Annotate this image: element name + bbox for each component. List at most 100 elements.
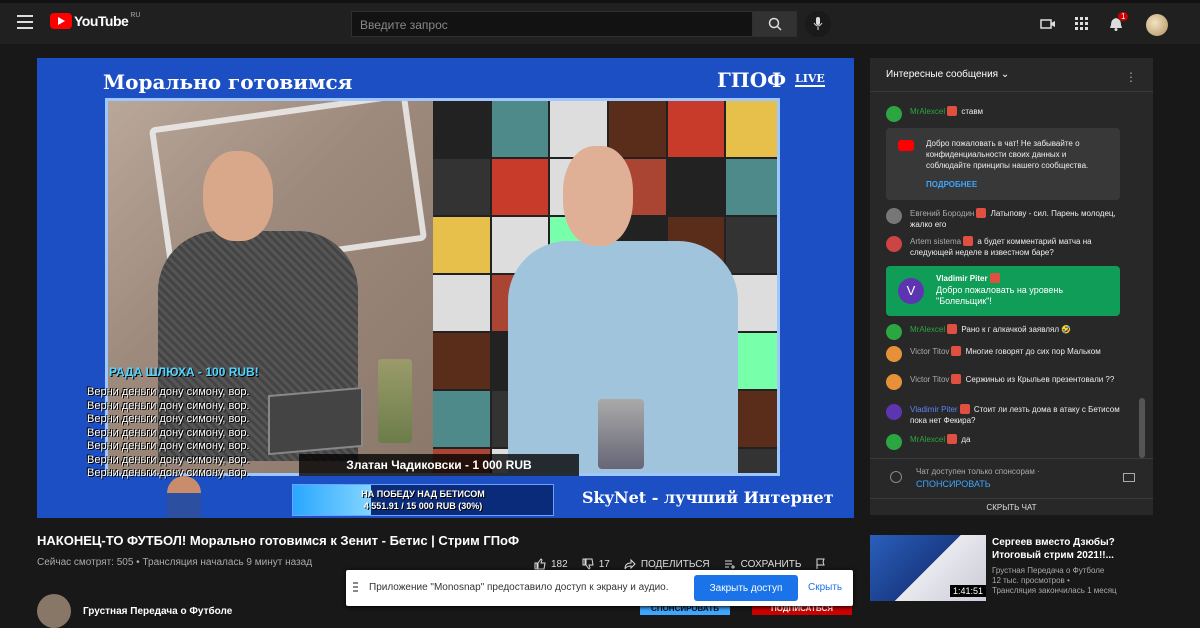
search-button[interactable] [753,11,797,37]
create-video-icon[interactable] [1040,17,1056,31]
drag-handle-icon[interactable] [353,582,358,594]
menu-icon[interactable] [17,15,33,29]
donation-goal-bar: НА ПОБЕДУ НАД БЕТИСОМ 4 551.91 / 15 000 … [292,484,554,516]
chat-author: Victor Titov [910,375,950,384]
donation-message: Верни деньги дону симону, вор. Верни ден… [87,386,250,479]
chat-sponsor-link[interactable]: СПОНСИРОВАТЬ [916,479,991,489]
chat-avatar [886,208,902,224]
chat-author: Victor Titov [910,347,950,356]
chat-avatar [886,106,902,122]
video-player[interactable]: Морально готовимся ГПОФ LIVE РАДА ШЛЮХА … [37,58,854,518]
playlist-add-icon [724,560,735,569]
hide-notice-link[interactable]: Скрыть [808,582,842,593]
save-label: СОХРАНИТЬ [740,558,802,570]
chat-input-area: Чат доступен только спонсорам · СПОНСИРО… [870,458,1153,498]
thermo-cup-left [378,359,412,443]
logo-text: YouTube [74,13,129,29]
currency-icon[interactable] [1123,473,1135,482]
membership-milestone-card: V Vladimir Piter Добро пожаловать на уро… [886,266,1120,316]
share-icon [624,558,636,570]
chat-author: Artem sistema [910,237,962,246]
chat-avatar [886,374,902,390]
stop-sharing-button[interactable]: Закрыть доступ [694,575,798,601]
member-badge-icon [947,106,958,116]
youtube-play-icon [50,13,72,29]
channel-row: Грустная Передача о Футболе [37,594,232,628]
notification-count-badge: 1 [1118,12,1129,21]
member-badge-icon [947,324,958,334]
youtube-logo[interactable]: YouTube RU [50,12,140,29]
like-count: 182 [551,558,568,570]
chat-avatar [886,404,902,420]
video-overlay-brand: ГПОФ [717,68,787,92]
recommended-channel: Грустная Передача о Футболе [992,566,1105,575]
member-badge-icon [976,208,987,218]
chat-scrollbar[interactable] [1139,398,1145,458]
chevron-down-icon: ⌄ [1000,69,1010,80]
member-badge-icon [989,273,1000,283]
video-actions: 182 17 ПОДЕЛИТЬСЯ СОХРАНИТЬ [534,558,827,570]
member-badge-icon [947,434,958,444]
more-vert-icon[interactable]: ⋮ [1125,70,1137,84]
chat-text: Рано к г алкачкой заявлял 🤣 [961,325,1072,334]
donation-line: РАДА ШЛЮХА - 100 RUB! [109,365,259,379]
chat-welcome-card: Добро пожаловать в чат! Не забывайте о к… [886,128,1120,200]
chat-author: Евгений Бородин [910,209,975,218]
thumbs-up-icon [534,558,546,570]
member-badge-icon [951,374,962,384]
member-badge-icon [963,236,974,246]
laptop [268,386,363,456]
share-button[interactable]: ПОДЕЛИТЬСЯ [624,558,710,570]
recommended-title[interactable]: Сергеев вместо Дзюбы? Итоговый стрим 202… [992,536,1117,562]
chat-text: Сержинью из Крыльев презентовали ?? [965,375,1115,384]
apps-grid-icon[interactable] [1074,17,1090,31]
host-left-head [203,151,273,241]
notice-text: Приложение "Monosnap" предоставило досту… [369,582,669,593]
screen-share-notice: Приложение "Monosnap" предоставило досту… [346,570,853,606]
like-button[interactable]: 182 [534,558,568,570]
video-viewers: Сейчас смотрят: 505 • Трансляция началас… [37,557,313,568]
recommended-meta: Грустная Передача о Футболе 12 тыс. прос… [992,566,1117,596]
chat-author: MrAlexcel [910,325,946,334]
video-title: НАКОНЕЦ-ТО ФУТБОЛ! Морально готовимся к … [37,533,520,548]
chat-author: Vladimir Piter [910,405,958,414]
flag-icon[interactable] [815,558,827,570]
promo-text: Добро пожаловать на уровень "Болельщик"! [936,285,1064,306]
player-figure [167,476,201,518]
microphone-icon [813,17,823,30]
search-input[interactable]: Введите запрос [351,11,753,37]
video-duration: 1:41:51 [950,585,987,597]
recommended-video[interactable]: 1:41:51 Сергеев вместо Дзюбы? Итоговый с… [870,535,1170,613]
chat-author: MrAlexcel [910,107,946,116]
live-chat-panel: Интересные сообщения ⌄ ⋮ MrAlexcel ставм… [870,58,1153,515]
dislike-button[interactable]: 17 [582,558,610,570]
search-icon [768,17,782,31]
learn-more-link[interactable]: ПОДРОБНЕЕ [926,180,977,189]
account-avatar[interactable] [1146,14,1168,36]
chat-header[interactable]: Интересные сообщения ⌄ [870,58,1153,92]
chat-avatar [886,346,902,362]
top-bar: YouTube RU Введите запрос 1 [0,0,1200,44]
video-overlay-live: LIVE [795,72,825,87]
promo-avatar: V [898,278,924,304]
hide-chat-button[interactable]: СКРЫТЬ ЧАТ [870,498,1153,515]
chat-avatar [886,236,902,252]
member-badge-icon [951,346,962,356]
donation-goal-progress: 4 551.91 / 15 000 RUB (30%) [363,501,483,511]
donation-goal-label: НА ПОБЕДУ НАД БЕТИСОМ [361,489,485,499]
share-label: ПОДЕЛИТЬСЯ [640,558,710,570]
chat-text: да [961,435,971,444]
chat-author: MrAlexcel [910,435,946,444]
info-icon [890,471,902,483]
host-right-head [563,146,633,246]
youtube-icon [898,140,914,151]
chat-avatar [886,434,902,450]
thumbs-down-icon [582,558,594,570]
chat-text: Многие говорят до сих пор Мальком [965,347,1101,356]
recommended-stats: 12 тыс. просмотров • [992,576,1070,585]
channel-avatar[interactable] [37,594,71,628]
donation-nameplate: Златан Чадиковски - 1 000 RUB [299,454,579,476]
voice-search-button[interactable] [805,11,831,37]
chat-avatar [886,324,902,340]
save-button[interactable]: СОХРАНИТЬ [724,558,802,570]
